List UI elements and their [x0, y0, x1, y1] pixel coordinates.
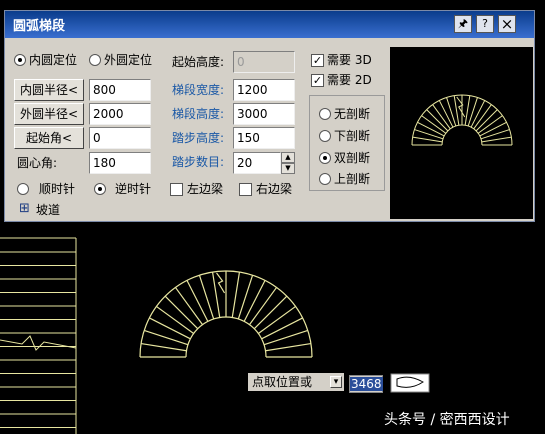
clockwise-label: 顺时针: [39, 182, 76, 196]
ramp-label[interactable]: 坡道: [36, 202, 60, 218]
radio-clockwise[interactable]: [17, 183, 29, 195]
stair-plan-drawing: [139, 270, 313, 358]
expand-ramp-icon[interactable]: ⊞: [19, 201, 30, 217]
right-beam-label: 右边梁: [256, 182, 293, 196]
inner-radius-field[interactable]: 800: [89, 79, 151, 101]
pin-icon[interactable]: 🖈: [454, 15, 472, 33]
left-beam-label: 左边梁: [187, 182, 224, 196]
pin-glyph: 🖈: [457, 17, 469, 30]
stair-width-field[interactable]: 1200: [233, 79, 295, 101]
no-section-label: 无剖断: [334, 107, 371, 121]
radio-lower-section[interactable]: [319, 130, 331, 142]
radio-no-section[interactable]: [319, 108, 331, 120]
radio-inner-position[interactable]: [14, 54, 26, 66]
help-icon[interactable]: ?: [476, 15, 494, 33]
preview-panel[interactable]: [390, 47, 533, 219]
need-3d-label: 需要 3D: [327, 53, 372, 67]
radio-double-section[interactable]: [319, 152, 331, 164]
need-2d-checkbox[interactable]: ✓: [311, 74, 324, 87]
check-icon: ✓: [312, 54, 323, 67]
radio-outer-position[interactable]: [89, 54, 101, 66]
radio-counterclockwise[interactable]: [94, 183, 106, 195]
command-prompt-text: 点取位置或: [252, 375, 313, 389]
center-angle-field[interactable]: 180: [89, 152, 151, 174]
outer-radius-field[interactable]: 2000: [89, 103, 151, 125]
step-count-label: 踏步数目:: [172, 155, 225, 169]
outer-position-label: 外圆定位: [104, 53, 153, 67]
step-count-spinner[interactable]: ▲ ▼: [281, 152, 295, 174]
center-angle-label: 圆心角:: [17, 156, 58, 170]
prompt-dropdown-button[interactable]: ▾: [330, 376, 342, 388]
stair-width-label: 梯段宽度:: [172, 83, 225, 97]
step-height-field[interactable]: 150: [233, 127, 295, 149]
start-angle-button[interactable]: 起始角<: [14, 127, 84, 149]
spin-up-icon[interactable]: ▲: [281, 152, 295, 163]
need-3d-checkbox[interactable]: ✓: [311, 54, 324, 67]
cursor-icon: [390, 373, 430, 393]
coordinate-input[interactable]: 3468: [349, 375, 383, 393]
start-height-label: 起始高度:: [172, 55, 225, 69]
dialog-title: 圆弧梯段: [13, 19, 66, 34]
straight-stair-drawing: [0, 237, 77, 434]
double-section-label: 双剖断: [334, 151, 371, 165]
section-groupbox: 无剖断 下剖断 双剖断 上剖断: [309, 95, 385, 191]
inner-position-label: 内圆定位: [29, 53, 78, 67]
right-beam-checkbox[interactable]: [239, 183, 252, 196]
stair-height-label: 梯段高度:: [172, 107, 225, 121]
lower-section-label: 下剖断: [334, 129, 371, 143]
step-count-field[interactable]: 20: [233, 152, 281, 174]
check-icon: ✓: [312, 74, 323, 87]
stair-preview-drawing: [411, 94, 513, 146]
upper-section-label: 上剖断: [334, 172, 371, 186]
need-2d-label: 需要 2D: [327, 73, 372, 87]
start-height-field[interactable]: 0: [233, 51, 295, 73]
left-beam-checkbox[interactable]: [170, 183, 183, 196]
dropdown-arrow-icon: ▾: [333, 377, 339, 387]
spin-down-icon[interactable]: ▼: [281, 163, 295, 174]
close-icon[interactable]: ×: [498, 15, 516, 33]
step-height-label: 踏步高度:: [172, 131, 225, 145]
title-bar[interactable]: 圆弧梯段 🖈 ? ×: [5, 11, 534, 38]
radio-upper-section[interactable]: [319, 173, 331, 185]
inner-radius-button[interactable]: 内圆半径<: [14, 79, 84, 101]
help-glyph: ?: [482, 17, 488, 30]
outer-radius-button[interactable]: 外圆半径<: [14, 103, 84, 125]
arc-stair-dialog: 圆弧梯段 🖈 ? × 内圆定位 外圆定位 内圆半径< 800 外圆半径< 200…: [4, 10, 535, 222]
start-angle-field[interactable]: 0: [89, 127, 151, 149]
watermark-text: 头条号 / 密西西设计: [384, 412, 510, 428]
stair-height-field[interactable]: 3000: [233, 103, 295, 125]
close-glyph: ×: [500, 15, 514, 33]
counterclockwise-label: 逆时针: [115, 182, 152, 196]
coordinate-value: 3468: [350, 377, 383, 391]
